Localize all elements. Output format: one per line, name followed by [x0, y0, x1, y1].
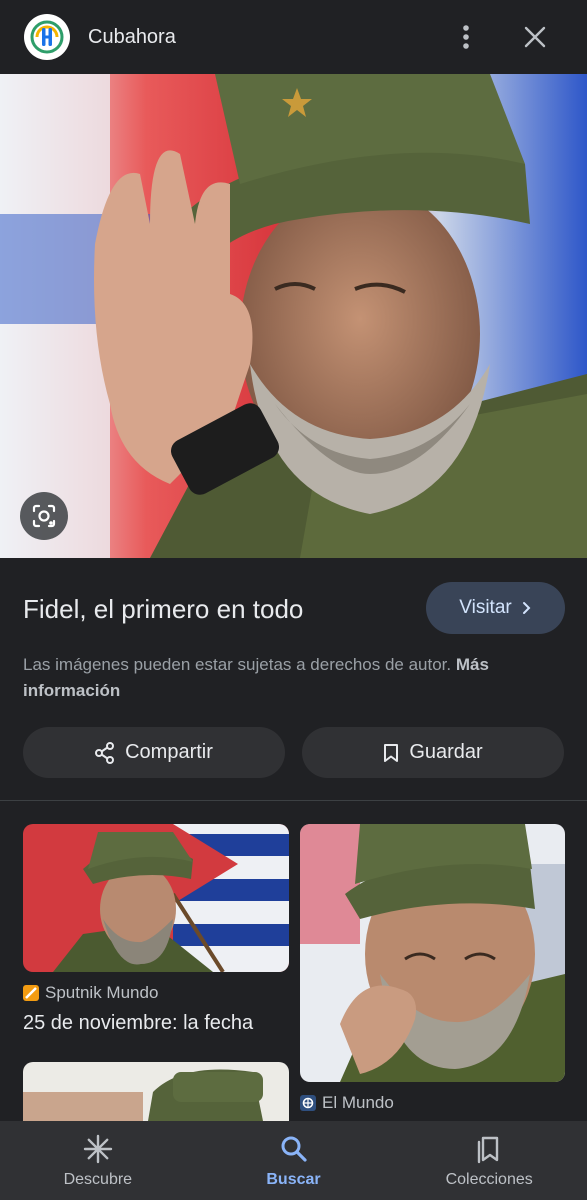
copyright-notice: Las imágenes pueden estar sujetas a dere… — [23, 652, 563, 704]
bottom-nav: Descubre Buscar Colecciones — [0, 1121, 587, 1200]
visit-label: Visitar — [459, 597, 512, 618]
sputnik-favicon-icon — [23, 985, 39, 1001]
share-button[interactable]: Compartir — [23, 727, 285, 778]
source-name-1: Sputnik Mundo — [45, 983, 159, 1002]
cubahora-logo-icon — [24, 14, 70, 60]
lens-icon[interactable] — [20, 492, 68, 540]
save-button[interactable]: Guardar — [302, 727, 564, 778]
more-vert-icon[interactable] — [447, 18, 485, 56]
nav-item-colecciones[interactable]: Colecciones — [391, 1121, 587, 1200]
source-label-1[interactable]: Sputnik Mundo — [23, 983, 158, 1003]
source-name-2: El Mundo — [322, 1093, 394, 1112]
nav-label-colecciones: Colecciones — [445, 1171, 533, 1188]
bookmark-icon — [384, 743, 399, 762]
save-label: Guardar — [409, 741, 483, 763]
chevron-right-icon — [522, 602, 531, 614]
app-header: Cubahora — [0, 0, 587, 74]
related-title-1[interactable]: 25 de noviembre: la fecha — [23, 1012, 283, 1035]
rights-text: Las imágenes pueden estar sujetas a dere… — [23, 655, 452, 674]
share-label: Compartir — [125, 741, 213, 763]
divider — [0, 800, 587, 801]
nav-label-descubre: Descubre — [63, 1171, 133, 1188]
el-mundo-favicon-icon — [300, 1095, 316, 1111]
nav-item-descubre[interactable]: Descubre — [0, 1121, 196, 1200]
collections-icon — [473, 1133, 505, 1165]
search-icon — [278, 1133, 310, 1165]
nav-label-buscar: Buscar — [266, 1171, 321, 1188]
related-image-2[interactable] — [300, 824, 565, 1082]
source-label-2[interactable]: El Mundo — [300, 1093, 394, 1113]
site-name[interactable]: Cubahora — [88, 26, 176, 49]
share-icon — [95, 741, 115, 764]
main-image[interactable] — [0, 74, 587, 558]
close-icon[interactable] — [516, 18, 554, 56]
related-image-1[interactable] — [23, 824, 289, 972]
visit-button[interactable]: Visitar — [426, 582, 565, 634]
asterisk-icon — [82, 1133, 114, 1165]
related-image-3[interactable] — [23, 1062, 289, 1121]
image-title: Fidel, el primero en todo — [23, 594, 304, 624]
nav-item-buscar[interactable]: Buscar — [196, 1121, 392, 1200]
